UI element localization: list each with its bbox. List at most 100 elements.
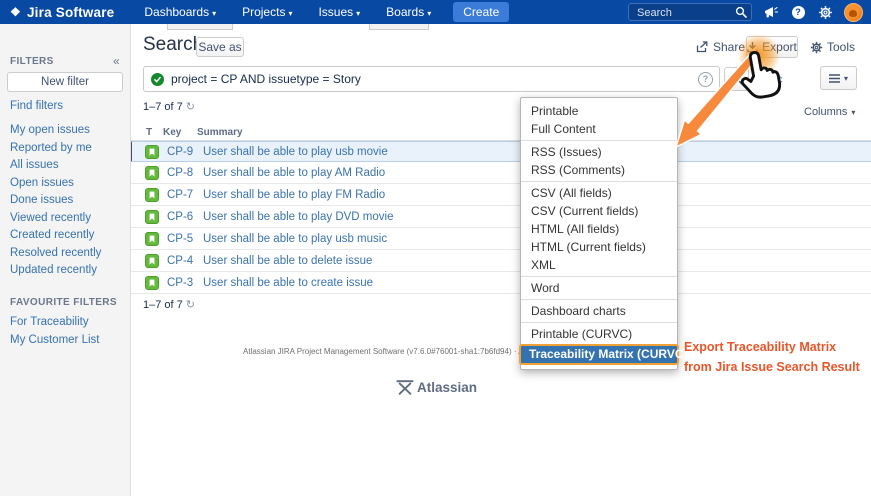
issue-summary[interactable]: User shall be able to play usb music [203, 233, 387, 245]
find-filters-link[interactable]: Find filters [0, 98, 63, 116]
filters-header: FILTERS [10, 56, 54, 67]
search-icon [731, 73, 743, 85]
issue-key[interactable]: CP-5 [167, 233, 199, 245]
menu-item-rss-comments[interactable]: RSS (Comments) [521, 161, 677, 179]
story-type-icon [145, 232, 159, 246]
issue-summary[interactable]: User shall be able to play usb movie [203, 146, 388, 158]
issue-key[interactable]: CP-6 [167, 211, 199, 223]
issue-key[interactable]: CP-8 [167, 167, 199, 179]
menu-separator [521, 322, 677, 323]
menu-item-xml[interactable]: XML [521, 256, 677, 274]
menu-projects[interactable]: Projects▾ [242, 5, 292, 19]
new-filter-button[interactable]: New filter [7, 72, 123, 92]
settings-gear-icon[interactable] [817, 4, 833, 20]
menu-item-html-current-fields[interactable]: HTML (Current fields) [521, 238, 677, 256]
issue-row[interactable]: CP-3 User shall be able to create issue [130, 272, 871, 294]
favourite-filter-list: For Traceability My Customer List [0, 314, 130, 349]
issue-key[interactable]: CP-3 [167, 277, 199, 289]
issue-row[interactable]: CP-4 User shall be able to delete issue [130, 250, 871, 272]
column-header-key[interactable]: Key [163, 127, 181, 138]
menu-item-traceability-matrix-curvc[interactable]: Traceability Matrix (CURVC) [519, 344, 679, 365]
column-header-summary[interactable]: Summary [197, 127, 243, 138]
jira-logo[interactable]: ❖ Jira Software [10, 5, 114, 20]
story-type-icon [145, 166, 159, 180]
valid-query-check-icon [151, 73, 164, 86]
issue-row[interactable]: CP-8 User shall be able to play AM Radio [130, 162, 871, 184]
issue-summary[interactable]: User shall be able to create issue [203, 277, 373, 289]
hamburger-icon [829, 74, 840, 83]
issue-key[interactable]: CP-7 [167, 189, 199, 201]
user-avatar[interactable] [844, 3, 863, 22]
issue-summary[interactable]: User shall be able to play FM Radio [203, 189, 385, 201]
menu-boards[interactable]: Boards▾ [386, 5, 431, 19]
menu-item-dashboard-charts[interactable]: Dashboard charts [521, 302, 677, 320]
sidebar-item-done-issues[interactable]: Done issues [0, 192, 130, 210]
announcements-icon[interactable] [763, 4, 779, 20]
menu-separator [521, 140, 677, 141]
collapse-sidebar-icon[interactable]: « [113, 54, 120, 68]
issue-table: CP-9 User shall be able to play usb movi… [130, 141, 871, 294]
chevron-down-icon: ▾ [356, 9, 360, 18]
menu-item-html-all-fields[interactable]: HTML (All fields) [521, 220, 677, 238]
top-navbar: ❖ Jira Software Dashboards▾ Projects▾ Is… [0, 0, 871, 24]
menu-item-word[interactable]: Word [521, 279, 677, 297]
filter-list: My open issues Reported by me All issues… [0, 122, 130, 280]
save-as-button[interactable]: Save as [196, 37, 244, 57]
menu-issues[interactable]: Issues▾ [318, 5, 360, 19]
cutoff-fragment [167, 24, 233, 30]
search-icon[interactable] [735, 6, 747, 18]
export-button[interactable]: Export [746, 36, 798, 58]
menu-item-full-content[interactable]: Full Content [521, 120, 677, 138]
cutoff-fragment [369, 24, 429, 30]
refresh-icon[interactable]: ↻ [186, 298, 195, 311]
share-button[interactable]: Share [696, 40, 745, 54]
column-header-type[interactable]: T [146, 127, 152, 138]
story-type-icon [145, 210, 159, 224]
global-search [628, 3, 752, 21]
issue-summary[interactable]: User shall be able to play DVD movie [203, 211, 393, 223]
sidebar-item-updated-recently[interactable]: Updated recently [0, 262, 130, 280]
menu-item-csv-all-fields[interactable]: CSV (All fields) [521, 184, 677, 202]
sidebar-item-created-recently[interactable]: Created recently [0, 227, 130, 245]
search-options-button[interactable]: ▾ [820, 66, 857, 90]
create-button[interactable]: Create [453, 2, 509, 22]
menu-item-printable[interactable]: Printable [521, 102, 677, 120]
issue-key[interactable]: CP-9 [167, 146, 199, 158]
sidebar-item-resolved-recently[interactable]: Resolved recently [0, 245, 130, 263]
menu-item-printable-curvc[interactable]: Printable (CURVC) [521, 325, 677, 343]
sidebar-item-reported-by-me[interactable]: Reported by me [0, 140, 130, 158]
issue-row[interactable]: CP-9 User shall be able to play usb movi… [130, 141, 871, 162]
sidebar-item-open-issues[interactable]: Open issues [0, 175, 130, 193]
tools-button[interactable]: Tools [810, 40, 855, 54]
global-search-input[interactable] [635, 4, 731, 22]
refresh-icon[interactable]: ↻ [186, 100, 195, 113]
jql-help-icon[interactable]: ? [698, 72, 713, 87]
jql-search-field[interactable]: project = CP AND issuetype = Story ? [143, 66, 720, 92]
menu-separator [521, 299, 677, 300]
issue-row[interactable]: CP-7 User shall be able to play FM Radio [130, 184, 871, 206]
annotation-text: Export Traceability Matrix from Jira Iss… [684, 337, 860, 377]
jql-query-text: project = CP AND issuetype = Story [171, 72, 361, 86]
issue-summary[interactable]: User shall be able to play AM Radio [203, 167, 385, 179]
menu-item-csv-current-fields[interactable]: CSV (Current fields) [521, 202, 677, 220]
run-search-button[interactable] [724, 67, 749, 91]
export-icon [747, 41, 758, 53]
results-count-bottom: 1–7 of 7 ↻ [143, 298, 195, 311]
issue-key[interactable]: CP-4 [167, 255, 199, 267]
basic-mode-link[interactable]: Basic [753, 72, 782, 86]
filters-sidebar: FILTERS « New filter Find filters My ope… [0, 24, 131, 496]
results-count-top: 1–7 of 7 ↻ [143, 100, 195, 113]
menu-item-rss-issues[interactable]: RSS (Issues) [521, 143, 677, 161]
sidebar-item-viewed-recently[interactable]: Viewed recently [0, 210, 130, 228]
issue-summary[interactable]: User shall be able to delete issue [203, 255, 372, 267]
columns-button[interactable]: Columns ▾ [804, 106, 855, 118]
issue-row[interactable]: CP-5 User shall be able to play usb musi… [130, 228, 871, 250]
gear-icon [810, 41, 823, 54]
menu-dashboards[interactable]: Dashboards▾ [144, 5, 216, 19]
sidebar-item-my-open-issues[interactable]: My open issues [0, 122, 130, 140]
help-icon[interactable]: ? [790, 4, 806, 20]
sidebar-item-for-traceability[interactable]: For Traceability [0, 314, 130, 332]
sidebar-item-my-customer-list[interactable]: My Customer List [0, 332, 130, 350]
issue-row[interactable]: CP-6 User shall be able to play DVD movi… [130, 206, 871, 228]
sidebar-item-all-issues[interactable]: All issues [0, 157, 130, 175]
